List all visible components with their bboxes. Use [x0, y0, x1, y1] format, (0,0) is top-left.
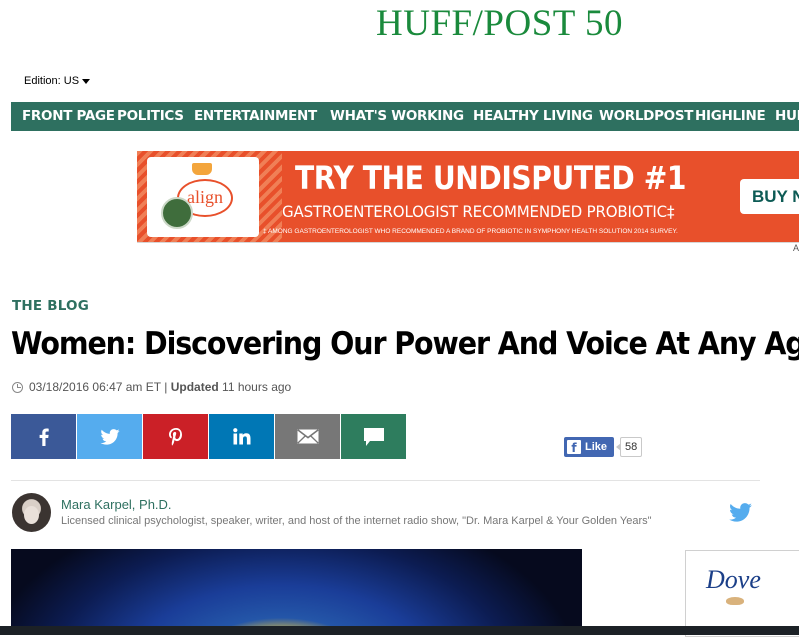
ad-fineprint: ‡ AMONG GASTROENTEROLOGIST WHO RECOMMEND… — [263, 228, 678, 235]
like-count: 58 — [615, 437, 643, 457]
comment-icon — [363, 427, 384, 446]
author-avatar[interactable] — [12, 493, 51, 532]
nav-item-entertainment[interactable]: ENTERTAINMENT — [194, 102, 317, 131]
email-icon — [296, 429, 319, 444]
nav-item-huffpost[interactable]: HUF — [775, 102, 799, 131]
updated-value: 11 hours ago — [222, 380, 292, 394]
bottom-toolbar — [0, 626, 799, 635]
pinterest-icon — [168, 427, 182, 446]
share-email-button[interactable] — [275, 414, 340, 459]
ad-buy-button[interactable]: BUY N — [740, 179, 799, 214]
nav-item-highline[interactable]: HIGHLINE — [695, 102, 766, 131]
nav-item-front-page[interactable]: FRONT PAGE — [22, 102, 115, 131]
linkedin-icon — [232, 428, 250, 445]
updated-label: Updated — [170, 380, 219, 394]
facebook-like-button[interactable]: f Like — [564, 437, 614, 457]
side-ad[interactable]: Dove — [685, 550, 799, 637]
banner-ad[interactable]: align TRY THE UNDISPUTED #1 GASTROENTERO… — [137, 151, 799, 243]
side-ad-brand: Dove — [706, 565, 761, 594]
like-label: Like — [585, 441, 608, 453]
ad-subhead: GASTROENTEROLOGIST RECOMMENDED PROBIOTIC… — [282, 202, 675, 221]
share-pinterest-button[interactable] — [143, 414, 208, 459]
dove-bird-icon — [726, 597, 744, 605]
nav-item-healthy-living[interactable]: HEALTHY LIVING — [473, 102, 593, 131]
twitter-icon — [99, 428, 120, 445]
main-nav: FRONT PAGE POLITICS ENTERTAINMENT WHAT'S… — [11, 102, 799, 131]
publish-date: 03/18/2016 06:47 am ET — [29, 380, 161, 394]
facebook-icon — [39, 428, 49, 446]
caret-down-icon — [82, 78, 91, 84]
article-title: Women: Discovering Our Power And Voice A… — [11, 326, 799, 362]
edition-selector[interactable]: Edition: US — [24, 75, 91, 87]
author-twitter-icon[interactable] — [729, 503, 752, 527]
divider — [11, 480, 760, 481]
facebook-logo-icon: f — [567, 440, 581, 455]
crown-icon — [192, 163, 212, 175]
ad-choices-icon[interactable]: A — [793, 243, 799, 253]
section-label[interactable]: THE BLOG — [12, 298, 89, 314]
author-bio: Licensed clinical psychologist, speaker,… — [61, 515, 652, 527]
clock-icon — [12, 382, 23, 393]
ad-product-logo: align — [147, 157, 259, 237]
share-linkedin-button[interactable] — [209, 414, 274, 459]
seal-icon — [161, 197, 193, 229]
share-facebook-button[interactable] — [11, 414, 76, 459]
nav-item-politics[interactable]: POLITICS — [117, 102, 184, 131]
site-logo[interactable]: HUFF/POST 50 — [0, 2, 799, 44]
share-twitter-button[interactable] — [77, 414, 142, 459]
meta-separator: | — [164, 380, 168, 394]
article-meta: 03/18/2016 06:47 am ET | Updated 11 hour… — [12, 380, 291, 394]
site-logo-text: HUFF/POST 50 — [376, 3, 623, 44]
article-hero-image — [11, 549, 582, 635]
edition-label: Edition: US — [24, 75, 80, 87]
ad-headline: TRY THE UNDISPUTED #1 — [295, 159, 687, 197]
nav-item-whats-working[interactable]: WHAT'S WORKING — [330, 102, 464, 131]
author-name[interactable]: Mara Karpel, Ph.D. — [61, 497, 172, 512]
share-comment-button[interactable] — [341, 414, 406, 459]
nav-item-worldpost[interactable]: WORLDPOST — [599, 102, 693, 131]
